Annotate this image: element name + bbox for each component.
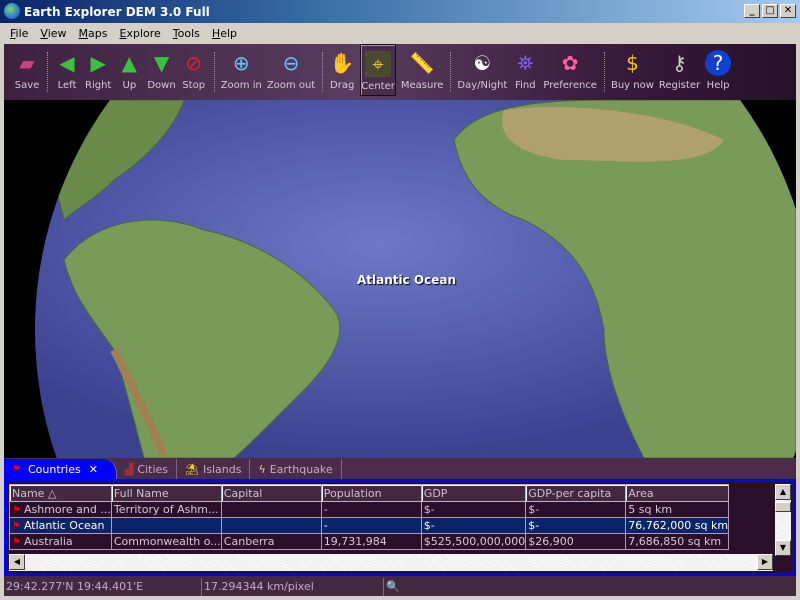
- menu-bar: File View Maps Explore Tools Help: [0, 23, 800, 43]
- status-bar: 29:42.277'N 19:44.401'E 17.294344 km/pix…: [4, 578, 796, 596]
- flag-icon: ⚑: [12, 505, 21, 516]
- close-tab-icon[interactable]: ✕: [89, 463, 98, 476]
- column-header-area[interactable]: Area: [625, 484, 730, 502]
- earthquake-icon: ϟ: [258, 462, 266, 476]
- menu-help[interactable]: Help: [206, 27, 243, 40]
- toolbar: ▰ Save ◀ Left ▶ Right ▲ Up ▼ Down ⊘ Stop ⊕ Zoom…: [4, 44, 796, 100]
- coordinates-readout: 29:42.277'N 19:44.401'E: [4, 578, 202, 596]
- yin-yang-icon: ☯: [473, 51, 492, 75]
- floppy-icon: ▰: [19, 51, 35, 75]
- help-button[interactable]: ? Help: [705, 44, 732, 96]
- center-button[interactable]: ⌖ Center: [360, 44, 396, 96]
- column-header-capital[interactable]: Capital: [220, 484, 322, 502]
- register-button[interactable]: ⚷ Register: [659, 44, 700, 96]
- scale-readout: 17.294344 km/pixel: [202, 578, 384, 596]
- measure-button[interactable]: 📏 Measure: [401, 44, 444, 96]
- flag-icon: ⚑: [12, 537, 21, 548]
- column-header-gdp-per-capita[interactable]: GDP-per capita: [525, 484, 627, 502]
- zoom-out-icon: ⊖: [282, 51, 300, 75]
- buy-now-button[interactable]: $ Buy now: [611, 44, 654, 96]
- island-icon: ⛱: [185, 462, 199, 476]
- flag-icon: ⚑: [12, 463, 21, 475]
- vertical-scrollbar[interactable]: ▲ ▼: [775, 484, 791, 556]
- scroll-down-button[interactable]: ▼: [775, 540, 791, 556]
- column-header-population[interactable]: Population: [320, 484, 422, 502]
- minimize-button[interactable]: _: [744, 4, 760, 18]
- menu-tools[interactable]: Tools: [167, 27, 206, 40]
- dollar-icon: $: [626, 51, 639, 75]
- column-header-full-name[interactable]: Full Name: [110, 484, 222, 502]
- info-panel: ⚑ Countries ✕ ▟ Cities ⛱ Islands ϟ Earthquake…: [4, 458, 796, 578]
- preference-button[interactable]: ✿ Preference: [543, 44, 597, 96]
- up-button[interactable]: ▲ Up: [116, 44, 142, 96]
- column-header-gdp[interactable]: GDP: [420, 484, 527, 502]
- map-location-label: Atlantic Ocean: [357, 273, 457, 287]
- magnifier-icon[interactable]: 🔍: [384, 578, 404, 596]
- countries-table: Name △ Full Name Capital Population GDP …: [9, 484, 730, 550]
- arrow-up-icon: ▲: [121, 51, 138, 75]
- separator: [603, 52, 605, 92]
- zoom-out-button[interactable]: ⊖ Zoom out: [267, 44, 315, 96]
- scroll-thumb[interactable]: [775, 502, 791, 512]
- arrow-left-icon: ◀: [59, 51, 75, 75]
- zoom-in-button[interactable]: ⊕ Zoom in: [221, 44, 262, 96]
- arrow-down-icon: ▼: [153, 51, 170, 75]
- help-icon: ?: [705, 50, 732, 76]
- globe-map-view[interactable]: Atlantic Ocean: [4, 100, 796, 458]
- stop-icon: ⊘: [185, 51, 203, 75]
- flag-icon: ⚑: [12, 521, 21, 532]
- tab-cities[interactable]: ▟ Cities: [117, 459, 178, 479]
- ruler-icon: 📏: [409, 51, 435, 75]
- column-header-name[interactable]: Name △: [9, 484, 112, 502]
- tab-countries[interactable]: ⚑ Countries ✕: [4, 459, 117, 479]
- table-row[interactable]: ⚑ Ashmore and ... Territory of Ashm... - $-…: [9, 501, 730, 518]
- scroll-up-button[interactable]: ▲: [775, 484, 791, 500]
- palette-icon: ✿: [561, 51, 579, 75]
- arrow-right-icon: ▶: [90, 51, 106, 75]
- crosshair-icon: ⌖: [365, 51, 392, 77]
- hand-icon: ✋: [329, 51, 355, 75]
- find-button[interactable]: ⛯ Find: [512, 44, 538, 96]
- down-button[interactable]: ▼ Down: [147, 44, 175, 96]
- day-night-button[interactable]: ☯ Day/Night: [457, 44, 507, 96]
- menu-maps[interactable]: Maps: [73, 27, 114, 40]
- stop-button[interactable]: ⊘ Stop: [181, 44, 207, 96]
- left-button[interactable]: ◀ Left: [54, 44, 80, 96]
- right-button[interactable]: ▶ Right: [85, 44, 111, 96]
- save-button[interactable]: ▰ Save: [14, 44, 40, 96]
- app-globe-icon: [4, 3, 20, 19]
- menu-file[interactable]: File: [4, 27, 34, 40]
- horizontal-scrollbar[interactable]: ◀ ▶: [9, 554, 773, 571]
- window-title: Earth Explorer DEM 3.0 Full: [24, 4, 210, 19]
- buildings-icon: ▟: [124, 462, 134, 476]
- binoculars-icon: ⛯: [517, 51, 534, 75]
- tab-islands[interactable]: ⛱ Islands: [177, 459, 251, 479]
- zoom-in-icon: ⊕: [232, 51, 250, 75]
- scroll-left-button[interactable]: ◀: [9, 554, 25, 570]
- table-row[interactable]: ⚑ Australia Commonwealth o... Canberra 19,7…: [9, 533, 730, 550]
- menu-view[interactable]: View: [34, 27, 72, 40]
- separator: [47, 52, 48, 92]
- maximize-button[interactable]: □: [762, 4, 778, 18]
- drag-button[interactable]: ✋ Drag: [329, 44, 355, 96]
- scroll-right-button[interactable]: ▶: [757, 554, 773, 570]
- close-button[interactable]: ✕: [780, 4, 796, 18]
- tab-earthquake[interactable]: ϟ Earthquake: [250, 459, 342, 479]
- title-bar: Earth Explorer DEM 3.0 Full _ □ ✕: [0, 0, 800, 23]
- separator: [322, 52, 324, 92]
- key-icon: ⚷: [672, 51, 687, 75]
- countries-table-container: Name △ Full Name Capital Population GDP …: [4, 479, 796, 576]
- separator: [213, 52, 215, 92]
- table-row-selected[interactable]: ⚑ Atlantic Ocean - $- $- 76,762,000 sq km: [9, 517, 730, 534]
- separator: [450, 52, 452, 92]
- menu-explore[interactable]: Explore: [114, 27, 167, 40]
